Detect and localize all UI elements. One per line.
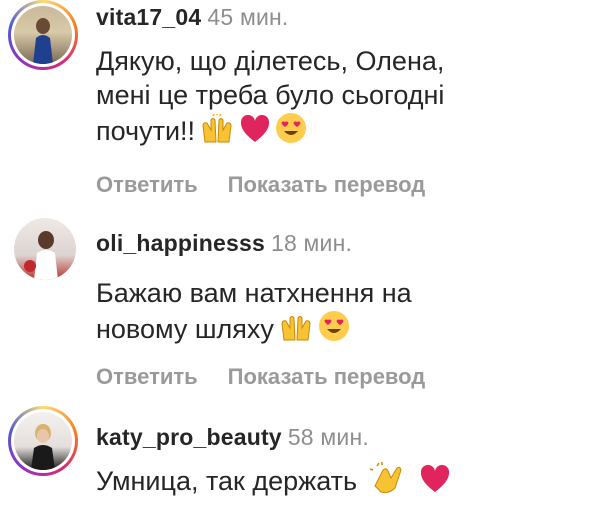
comment-time: 45 мин.: [207, 4, 289, 30]
avatar[interactable]: [14, 218, 76, 280]
comment-username[interactable]: oli_happinesss 18 мин.: [96, 230, 352, 257]
see-translation-button[interactable]: Показать перевод: [228, 364, 426, 389]
comment-actions: Ответить Показать перевод: [96, 172, 455, 198]
comment-item: vita17_04 45 мин. Дякую, що ділетесь, Оле…: [0, 0, 600, 200]
comment-item: oli_happinesss 18 мин. Бажаю вам натхненн…: [0, 218, 600, 398]
heart-eyes-icon: [275, 112, 307, 152]
comment-text: Бажаю вам натхнення на новому шляху: [96, 276, 566, 350]
red-heart-icon: [239, 114, 271, 152]
heart-eyes-icon: [318, 310, 350, 350]
avatar[interactable]: [8, 0, 78, 70]
comment-item: katy_pro_beauty 58 мин. Умница, так держа…: [0, 406, 600, 516]
raised-hands-icon: [278, 312, 314, 350]
comment-actions: Ответить Показать перевод: [96, 364, 455, 390]
reply-button[interactable]: Ответить: [96, 364, 198, 389]
see-translation-button[interactable]: Показать перевод: [228, 172, 426, 197]
comment-username[interactable]: katy_pro_beauty 58 мин.: [96, 424, 369, 451]
red-heart-icon: [419, 464, 451, 502]
comment-username[interactable]: vita17_04 45 мин.: [96, 4, 289, 31]
avatar[interactable]: [8, 406, 78, 476]
comment-text: Дякую, що ділетесь, Олена, мені це треба…: [96, 44, 566, 152]
comment-time: 58 мин.: [287, 424, 369, 450]
raised-hands-icon: [199, 113, 235, 152]
comment-text: Умница, так держать: [96, 462, 566, 502]
reply-button[interactable]: Ответить: [96, 172, 198, 197]
comment-time: 18 мин.: [270, 230, 353, 256]
clapping-hands-icon: [369, 462, 405, 502]
